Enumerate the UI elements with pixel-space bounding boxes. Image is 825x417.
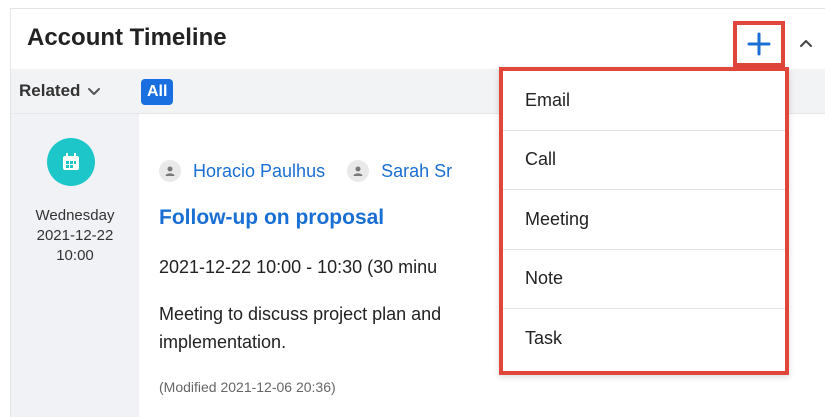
participant-name: Horacio Paulhus bbox=[193, 160, 326, 181]
event-description: Meeting to discuss project plan and impl… bbox=[159, 304, 442, 352]
menu-item-call[interactable]: Call bbox=[503, 131, 785, 190]
chevron-down-icon bbox=[88, 88, 101, 95]
add-button[interactable] bbox=[733, 21, 785, 67]
menu-item-email[interactable]: Email bbox=[503, 71, 785, 131]
menu-item-note[interactable]: Note bbox=[503, 250, 785, 309]
user-icon bbox=[159, 160, 181, 182]
timeline-date-column: Wednesday 2021-12-22 10:00 bbox=[11, 114, 139, 417]
menu-item-meeting[interactable]: Meeting bbox=[503, 190, 785, 250]
chevron-up-icon bbox=[800, 40, 812, 47]
account-timeline-dashlet: Account Timeline Related All Wednesday 2… bbox=[10, 8, 825, 417]
event-participants: Horacio Paulhus Sarah Sr bbox=[159, 160, 474, 182]
event-subject-link[interactable]: Follow-up on proposal bbox=[159, 206, 384, 230]
user-icon bbox=[347, 160, 370, 182]
add-menu: Email Call Meeting Note Task bbox=[499, 67, 789, 375]
related-label: Related bbox=[19, 81, 81, 100]
event-time-range: 2021-12-22 10:00 - 10:30 (30 minu bbox=[159, 257, 438, 277]
plus-icon bbox=[747, 32, 771, 56]
event-date-day: Wednesday bbox=[35, 207, 115, 224]
calendar-icon bbox=[47, 138, 95, 186]
participant-name: Sarah Sr bbox=[381, 160, 453, 181]
related-dropdown[interactable]: Related bbox=[19, 77, 102, 105]
participant[interactable]: Horacio Paulhus bbox=[159, 160, 325, 182]
event-date-time: 10:00 bbox=[56, 247, 94, 264]
dashlet-title: Account Timeline bbox=[27, 24, 227, 51]
menu-item-task[interactable]: Task bbox=[503, 309, 785, 369]
event-date-value: 2021-12-22 bbox=[36, 227, 114, 244]
collapse-button[interactable] bbox=[791, 25, 821, 61]
event-date: Wednesday 2021-12-22 10:00 bbox=[11, 206, 139, 266]
event-modified: (Modified 2021-12-06 20:36) bbox=[159, 379, 336, 395]
dashlet-header: Account Timeline bbox=[11, 9, 825, 69]
participant[interactable]: Sarah Sr bbox=[347, 160, 452, 182]
all-filter-pill[interactable]: All bbox=[141, 79, 174, 105]
